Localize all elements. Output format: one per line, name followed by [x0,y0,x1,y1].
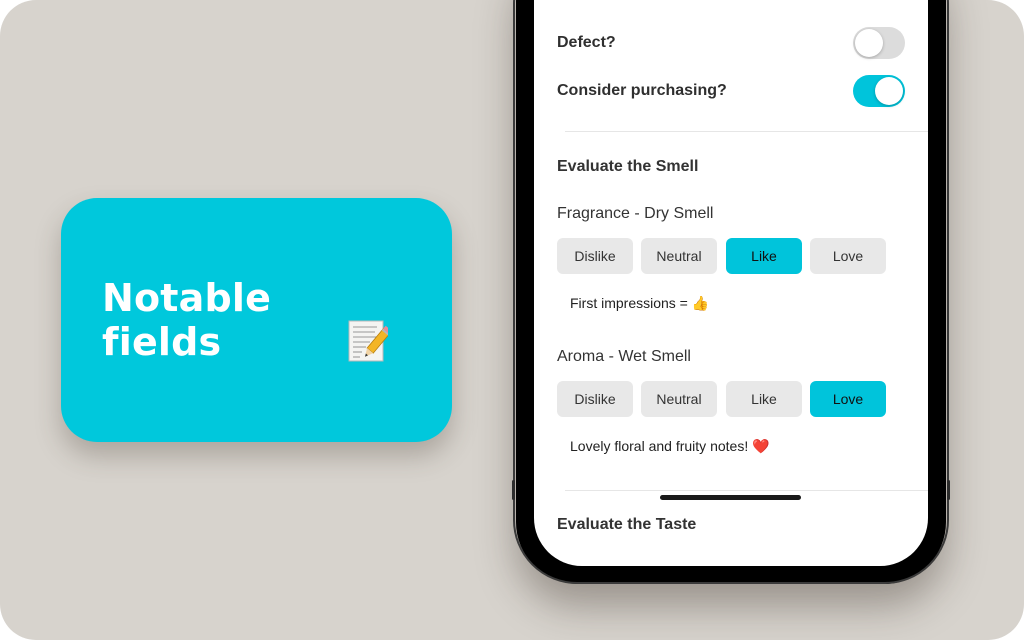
consider-purchasing-toggle[interactable] [853,75,905,107]
choice-love[interactable]: Love [810,381,886,417]
field-label: Aroma - Wet Smell [557,348,691,365]
feature-title: Notable fields [102,276,272,364]
choice-like[interactable]: Like [726,238,802,274]
divider [565,131,928,132]
field-note: Lovely floral and fruity notes! ❤️ [570,438,770,454]
fragrance-choices: Dislike Neutral Like Love [557,238,897,274]
section-title: Evaluate the Smell [557,158,699,175]
side-button [512,480,515,500]
background: Notable fields Defect? Consider purchasi… [0,0,1024,640]
divider [565,490,928,491]
toggle-label: Consider purchasing? [557,82,727,99]
choice-dislike[interactable]: Dislike [557,381,633,417]
side-button [947,480,950,500]
toggle-row-consider-purchasing: Consider purchasing? [557,75,907,111]
choice-love[interactable]: Love [810,238,886,274]
field-label: Fragrance - Dry Smell [557,205,714,222]
choice-like[interactable]: Like [726,381,802,417]
toggle-row-defect: Defect? [557,27,907,63]
choice-neutral[interactable]: Neutral [641,238,717,274]
home-indicator[interactable] [660,495,801,500]
field-note: First impressions = 👍 [570,295,710,311]
section-title: Evaluate the Taste [557,516,697,533]
phone-mockup: Defect? Consider purchasing? Evaluate th… [512,0,950,584]
toggle-label: Defect? [557,34,616,51]
memo-icon [348,320,388,362]
choice-neutral[interactable]: Neutral [641,381,717,417]
phone-screen: Defect? Consider purchasing? Evaluate th… [534,0,928,566]
feature-card: Notable fields [61,198,452,442]
choice-dislike[interactable]: Dislike [557,238,633,274]
defect-toggle[interactable] [853,27,905,59]
aroma-choices: Dislike Neutral Like Love [557,381,897,417]
